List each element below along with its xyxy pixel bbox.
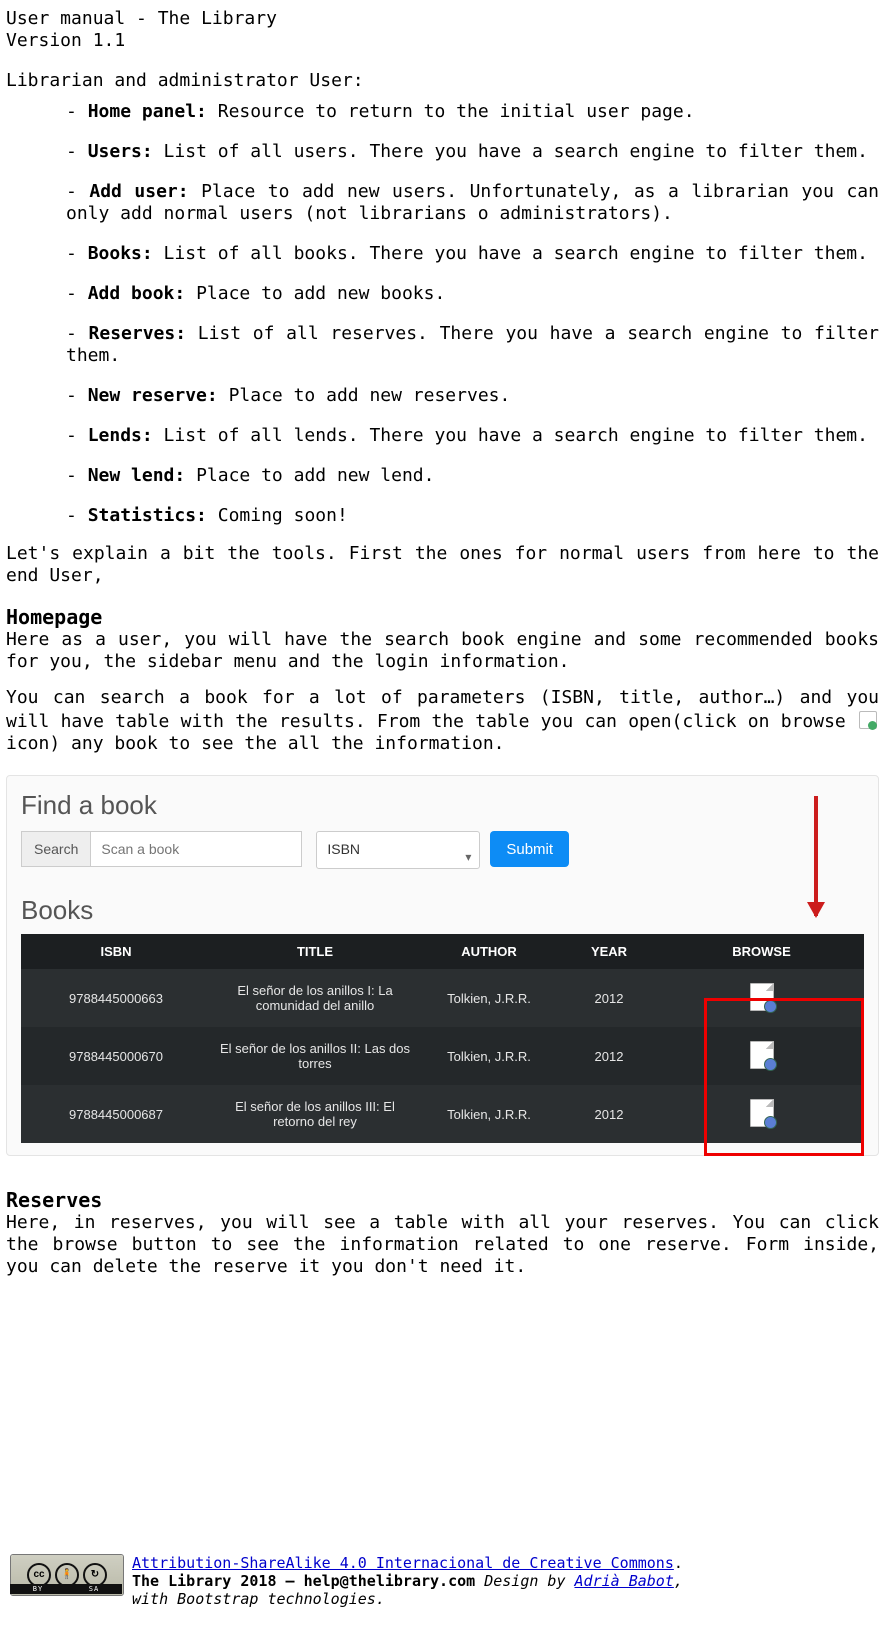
footer-design-by: Design by — [484, 1572, 574, 1590]
cell-isbn: 9788445000670 — [21, 1049, 211, 1064]
bullet-term: Add user: — [89, 181, 188, 202]
homepage-p2b: icon) any book to see the all the inform… — [6, 733, 505, 754]
list-item: - Home panel: Resource to return to the … — [66, 101, 879, 123]
list-item: - Reserves: List of all reserves. There … — [66, 323, 879, 367]
homepage-heading: Homepage — [6, 605, 879, 629]
bullet-desc: List of all books. There you have a sear… — [153, 243, 868, 264]
footer-org: The Library 2018 – help@thelibrary.com — [132, 1572, 484, 1590]
list-item: - Books: List of all books. There you ha… — [66, 243, 879, 265]
list-item: - New reserve: Place to add new reserves… — [66, 385, 879, 407]
homepage-p2: You can search a book for a lot of param… — [6, 687, 879, 755]
books-table: ISBN TITLE AUTHOR YEAR BROWSE 9788445000… — [21, 934, 864, 1143]
col-author: AUTHOR — [419, 944, 559, 959]
doc-title: User manual - The Library — [6, 8, 879, 30]
bullet-desc: List of all lends. There you have a sear… — [153, 425, 868, 446]
list-item: - Statistics: Coming soon! — [66, 505, 879, 527]
cc-sa-label: SA — [89, 1580, 99, 1598]
cell-author: Tolkien, J.R.R. — [419, 1049, 559, 1064]
list-item: - Add book: Place to add new books. — [66, 283, 879, 305]
bullet-desc: Resource to return to the initial user p… — [207, 101, 695, 122]
browse-icon[interactable] — [750, 1041, 774, 1069]
intro-paragraph: Let's explain a bit the tools. First the… — [6, 543, 879, 587]
table-row: 9788445000670 El señor de los anillos II… — [21, 1027, 864, 1085]
bullet-desc: Place to add new users. Unfortunately, a… — [66, 181, 879, 224]
browse-icon[interactable] — [750, 1099, 774, 1127]
bullet-term: Lends: — [88, 425, 153, 446]
list-item: - Add user: Place to add new users. Unfo… — [66, 181, 879, 225]
red-arrow-annotation — [814, 796, 818, 916]
bullet-term: New lend: — [88, 465, 186, 486]
bullet-desc: Place to add new books. — [185, 283, 445, 304]
cell-author: Tolkien, J.R.R. — [419, 1107, 559, 1122]
col-isbn: ISBN — [21, 944, 211, 959]
cc-by-label: BY — [33, 1580, 43, 1598]
bullet-term: Home panel: — [88, 101, 207, 122]
col-year: YEAR — [559, 944, 659, 959]
page-footer: cc 🧍 ↻ BYSA Attribution-ShareAlike 4.0 I… — [10, 1554, 683, 1608]
find-a-book-title: Find a book — [21, 790, 864, 821]
bullet-term: New reserve: — [88, 385, 218, 406]
col-browse: BROWSE — [659, 944, 864, 959]
homepage-screenshot: Find a book Search ISBN Submit Books ISB… — [6, 775, 879, 1156]
table-row: 9788445000687 El señor de los anillos II… — [21, 1085, 864, 1143]
browse-icon[interactable] — [750, 983, 774, 1011]
bullet-term: Statistics: — [88, 505, 207, 526]
search-input[interactable] — [90, 831, 302, 867]
cell-title: El señor de los anillos I: La comunidad … — [211, 983, 419, 1013]
search-field-select[interactable]: ISBN — [316, 831, 480, 869]
bullet-desc: Place to add new reserves. — [218, 385, 511, 406]
bullet-term: Users: — [88, 141, 153, 162]
bullet-term: Reserves: — [89, 323, 187, 344]
footer-text: Attribution-ShareAlike 4.0 Internacional… — [132, 1554, 683, 1608]
list-item: - Lends: List of all lends. There you ha… — [66, 425, 879, 447]
col-title: TITLE — [211, 944, 419, 959]
list-item: - Users: List of all users. There you ha… — [66, 141, 879, 163]
bullet-term: Books: — [88, 243, 153, 264]
cell-browse — [659, 1041, 864, 1072]
reserves-heading: Reserves — [6, 1188, 879, 1212]
doc-version: Version 1.1 — [6, 30, 879, 52]
cell-browse — [659, 983, 864, 1014]
homepage-p2a: You can search a book for a lot of param… — [6, 687, 879, 732]
cc-badge: cc 🧍 ↻ BYSA — [10, 1554, 122, 1594]
bullet-desc: List of all reserves. There you have a s… — [66, 323, 879, 366]
reserves-paragraph: Here, in reserves, you will see a table … — [6, 1212, 879, 1278]
bullet-desc: Place to add new lend. — [185, 465, 434, 486]
cell-title: El señor de los anillos III: El retorno … — [211, 1099, 419, 1129]
table-header: ISBN TITLE AUTHOR YEAR BROWSE — [21, 934, 864, 969]
bullet-desc: Coming soon! — [207, 505, 348, 526]
homepage-p1: Here as a user, you will have the search… — [6, 629, 879, 673]
cell-title: El señor de los anillos II: Las dos torr… — [211, 1041, 419, 1071]
bullet-list: - Home panel: Resource to return to the … — [66, 101, 879, 527]
cell-year: 2012 — [559, 1107, 659, 1122]
role-heading: Librarian and administrator User: — [6, 70, 879, 91]
license-link[interactable]: Attribution-ShareAlike 4.0 Internacional… — [132, 1554, 674, 1572]
cell-isbn: 9788445000687 — [21, 1107, 211, 1122]
cell-author: Tolkien, J.R.R. — [419, 991, 559, 1006]
cell-year: 2012 — [559, 1049, 659, 1064]
bullet-term: Add book: — [88, 283, 186, 304]
list-item: - New lend: Place to add new lend. — [66, 465, 879, 487]
designer-link[interactable]: Adrià Babot — [575, 1572, 674, 1590]
footer-tech: with Bootstrap technologies. — [132, 1590, 385, 1608]
browse-icon — [857, 709, 879, 731]
search-form: Search ISBN Submit — [21, 831, 864, 869]
table-row: 9788445000663 El señor de los anillos I:… — [21, 969, 864, 1027]
search-addon-label: Search — [21, 831, 90, 867]
books-title: Books — [21, 895, 864, 926]
submit-button[interactable]: Submit — [490, 831, 569, 867]
bullet-desc: List of all users. There you have a sear… — [153, 141, 868, 162]
cell-isbn: 9788445000663 — [21, 991, 211, 1006]
cell-browse — [659, 1099, 864, 1130]
cell-year: 2012 — [559, 991, 659, 1006]
